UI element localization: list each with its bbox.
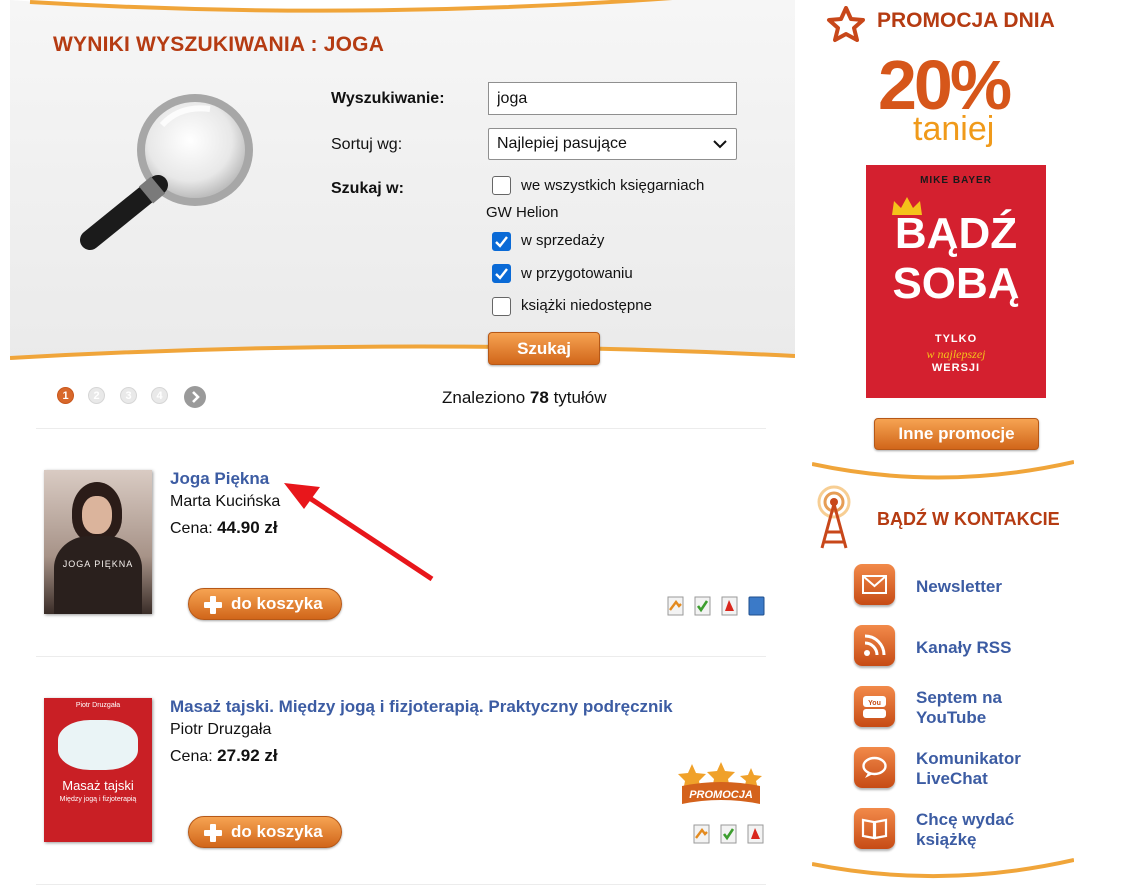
rss-feeds-link[interactable]: Kanały RSS [916, 638, 1066, 658]
results-count-prefix: Znaleziono [442, 388, 526, 407]
results-count: Znaleziono 78 tytułów [442, 388, 606, 408]
epub-icon[interactable] [694, 596, 711, 616]
promo-book-subtitle-3: WERSJI [931, 362, 981, 374]
svg-text:You: You [868, 700, 881, 707]
page-link-1[interactable]: 1 [57, 387, 74, 404]
cover-cloud [58, 720, 138, 770]
cover-figure-body [54, 536, 142, 614]
price-label: Cena: [170, 520, 213, 537]
page-link-2[interactable]: 2 [88, 387, 105, 404]
swoosh-decoration [10, 344, 795, 378]
ebook-icon[interactable] [748, 596, 765, 616]
book-icon[interactable] [854, 808, 895, 849]
price-value: 27.92 zł [217, 746, 278, 765]
swoosh-decoration [10, 0, 673, 13]
promo-book-title-1: BĄDŹ [894, 209, 1018, 258]
annotation-arrow [284, 483, 434, 582]
book-price: Cena: 44.90 zł [170, 518, 278, 538]
cover-subtitle: Między jogą i fizjoterapią [59, 796, 137, 803]
promo-book-author: MIKE BAYER [920, 175, 992, 186]
page-link-3[interactable]: 3 [120, 387, 137, 404]
book-author[interactable]: Marta Kucińska [170, 493, 280, 511]
next-page-button[interactable] [184, 386, 206, 408]
publish-book-link[interactable]: Chcę wydać książkę [916, 810, 1066, 850]
add-to-cart-button[interactable]: do koszyka [188, 816, 342, 848]
results-count-number: 78 [529, 388, 549, 407]
promo-book-subtitle-1: TYLKO [934, 333, 978, 345]
plus-icon [204, 596, 222, 614]
checkbox-all-stores[interactable] [492, 176, 511, 195]
book-cover-joga-piekna[interactable]: JOGA PIĘKNA [44, 470, 152, 614]
youtube-link[interactable]: Septem na YouTube [916, 688, 1066, 728]
search-in-label: Szukaj w: [331, 180, 404, 197]
checkbox-in-sale-label: w sprzedaży [521, 232, 605, 249]
book-price: Cena: 27.92 zł [170, 746, 278, 766]
page-link-4[interactable]: 4 [151, 387, 168, 404]
cover-title: Masaż tajski [62, 778, 134, 793]
envelope-icon[interactable] [854, 564, 895, 605]
price-label: Cena: [170, 748, 213, 765]
swoosh-decoration [812, 858, 1074, 879]
print-icon[interactable] [693, 824, 710, 844]
check-icon [495, 268, 508, 280]
divider [36, 656, 766, 657]
promotion-badge: PROMOCJA [678, 762, 762, 804]
plus-icon [204, 824, 222, 842]
chevron-right-icon [192, 391, 200, 403]
price-value: 44.90 zł [217, 518, 278, 537]
book-cover-masaz-tajski[interactable]: Piotr Druzgała Masaż tajski Między jogą … [44, 698, 152, 842]
promotion-badge-label: PROMOCJA [689, 789, 753, 801]
search-button[interactable]: Szukaj [488, 332, 600, 365]
promo-book-subtitle-2: w najlepszej [926, 347, 986, 361]
other-promotions-button[interactable]: Inne promocje [874, 418, 1039, 450]
pdf-icon[interactable] [747, 824, 764, 844]
cover-figure-face [82, 496, 112, 534]
sort-select[interactable]: Najlepiej pasujące [488, 128, 737, 160]
checkbox-in-preparation[interactable] [492, 264, 511, 283]
divider [36, 428, 766, 429]
search-label: Wyszukiwanie: [331, 90, 445, 107]
newsletter-link[interactable]: Newsletter [916, 577, 1066, 597]
antenna-icon [817, 485, 851, 549]
youtube-icon[interactable]: You [854, 686, 895, 727]
chevron-down-icon [713, 140, 727, 149]
contact-heading: BĄDŹ W KONTAKCIE [877, 509, 1060, 529]
print-icon[interactable] [667, 596, 684, 616]
promo-book-title-2: SOBĄ [892, 259, 1020, 308]
sort-label: Sortuj wg: [331, 136, 403, 153]
checkbox-in-preparation-label: w przygotowaniu [521, 265, 633, 282]
rss-icon[interactable] [854, 625, 895, 666]
check-icon [495, 236, 508, 248]
results-count-suffix: tytułów [553, 388, 607, 407]
promo-discount-label: taniej [913, 110, 995, 148]
checkbox-unavailable-label: książki niedostępne [521, 297, 652, 314]
search-input[interactable] [488, 82, 737, 115]
chat-icon[interactable] [854, 747, 895, 788]
pdf-icon[interactable] [721, 596, 738, 616]
add-to-cart-label: do koszyka [231, 594, 323, 613]
page-title: WYNIKI WYSZUKIWANIA : JOGA [53, 33, 385, 56]
promo-book-cover[interactable]: MIKE BAYER BĄDŹ SOBĄ TYLKO w najlepszej … [866, 165, 1046, 398]
epub-icon[interactable] [720, 824, 737, 844]
add-to-cart-label: do koszyka [231, 822, 323, 841]
book-title-link[interactable]: Masaż tajski. Między jogą i fizjoterapią… [170, 697, 673, 717]
cover-title: JOGA PIĘKNA [62, 559, 134, 569]
add-to-cart-button[interactable]: do koszyka [188, 588, 342, 620]
sort-select-value: Najlepiej pasujące [497, 135, 627, 152]
book-author[interactable]: Piotr Druzgała [170, 721, 271, 739]
promo-of-the-day-heading: PROMOCJA DNIA [877, 9, 1055, 32]
checkbox-all-stores-sublabel: GW Helion [486, 204, 559, 221]
checkbox-all-stores-label: we wszystkich księgarniach [521, 177, 705, 194]
checkbox-unavailable[interactable] [492, 297, 511, 316]
cover-author: Piotr Druzgała [75, 702, 121, 709]
divider [36, 884, 766, 885]
magnifier-icon [80, 94, 253, 250]
checkbox-in-sale[interactable] [492, 232, 511, 251]
star-icon [827, 6, 865, 42]
livechat-link[interactable]: Komunikator LiveChat [916, 749, 1066, 789]
book-title-link[interactable]: Joga Piękna [170, 469, 269, 489]
